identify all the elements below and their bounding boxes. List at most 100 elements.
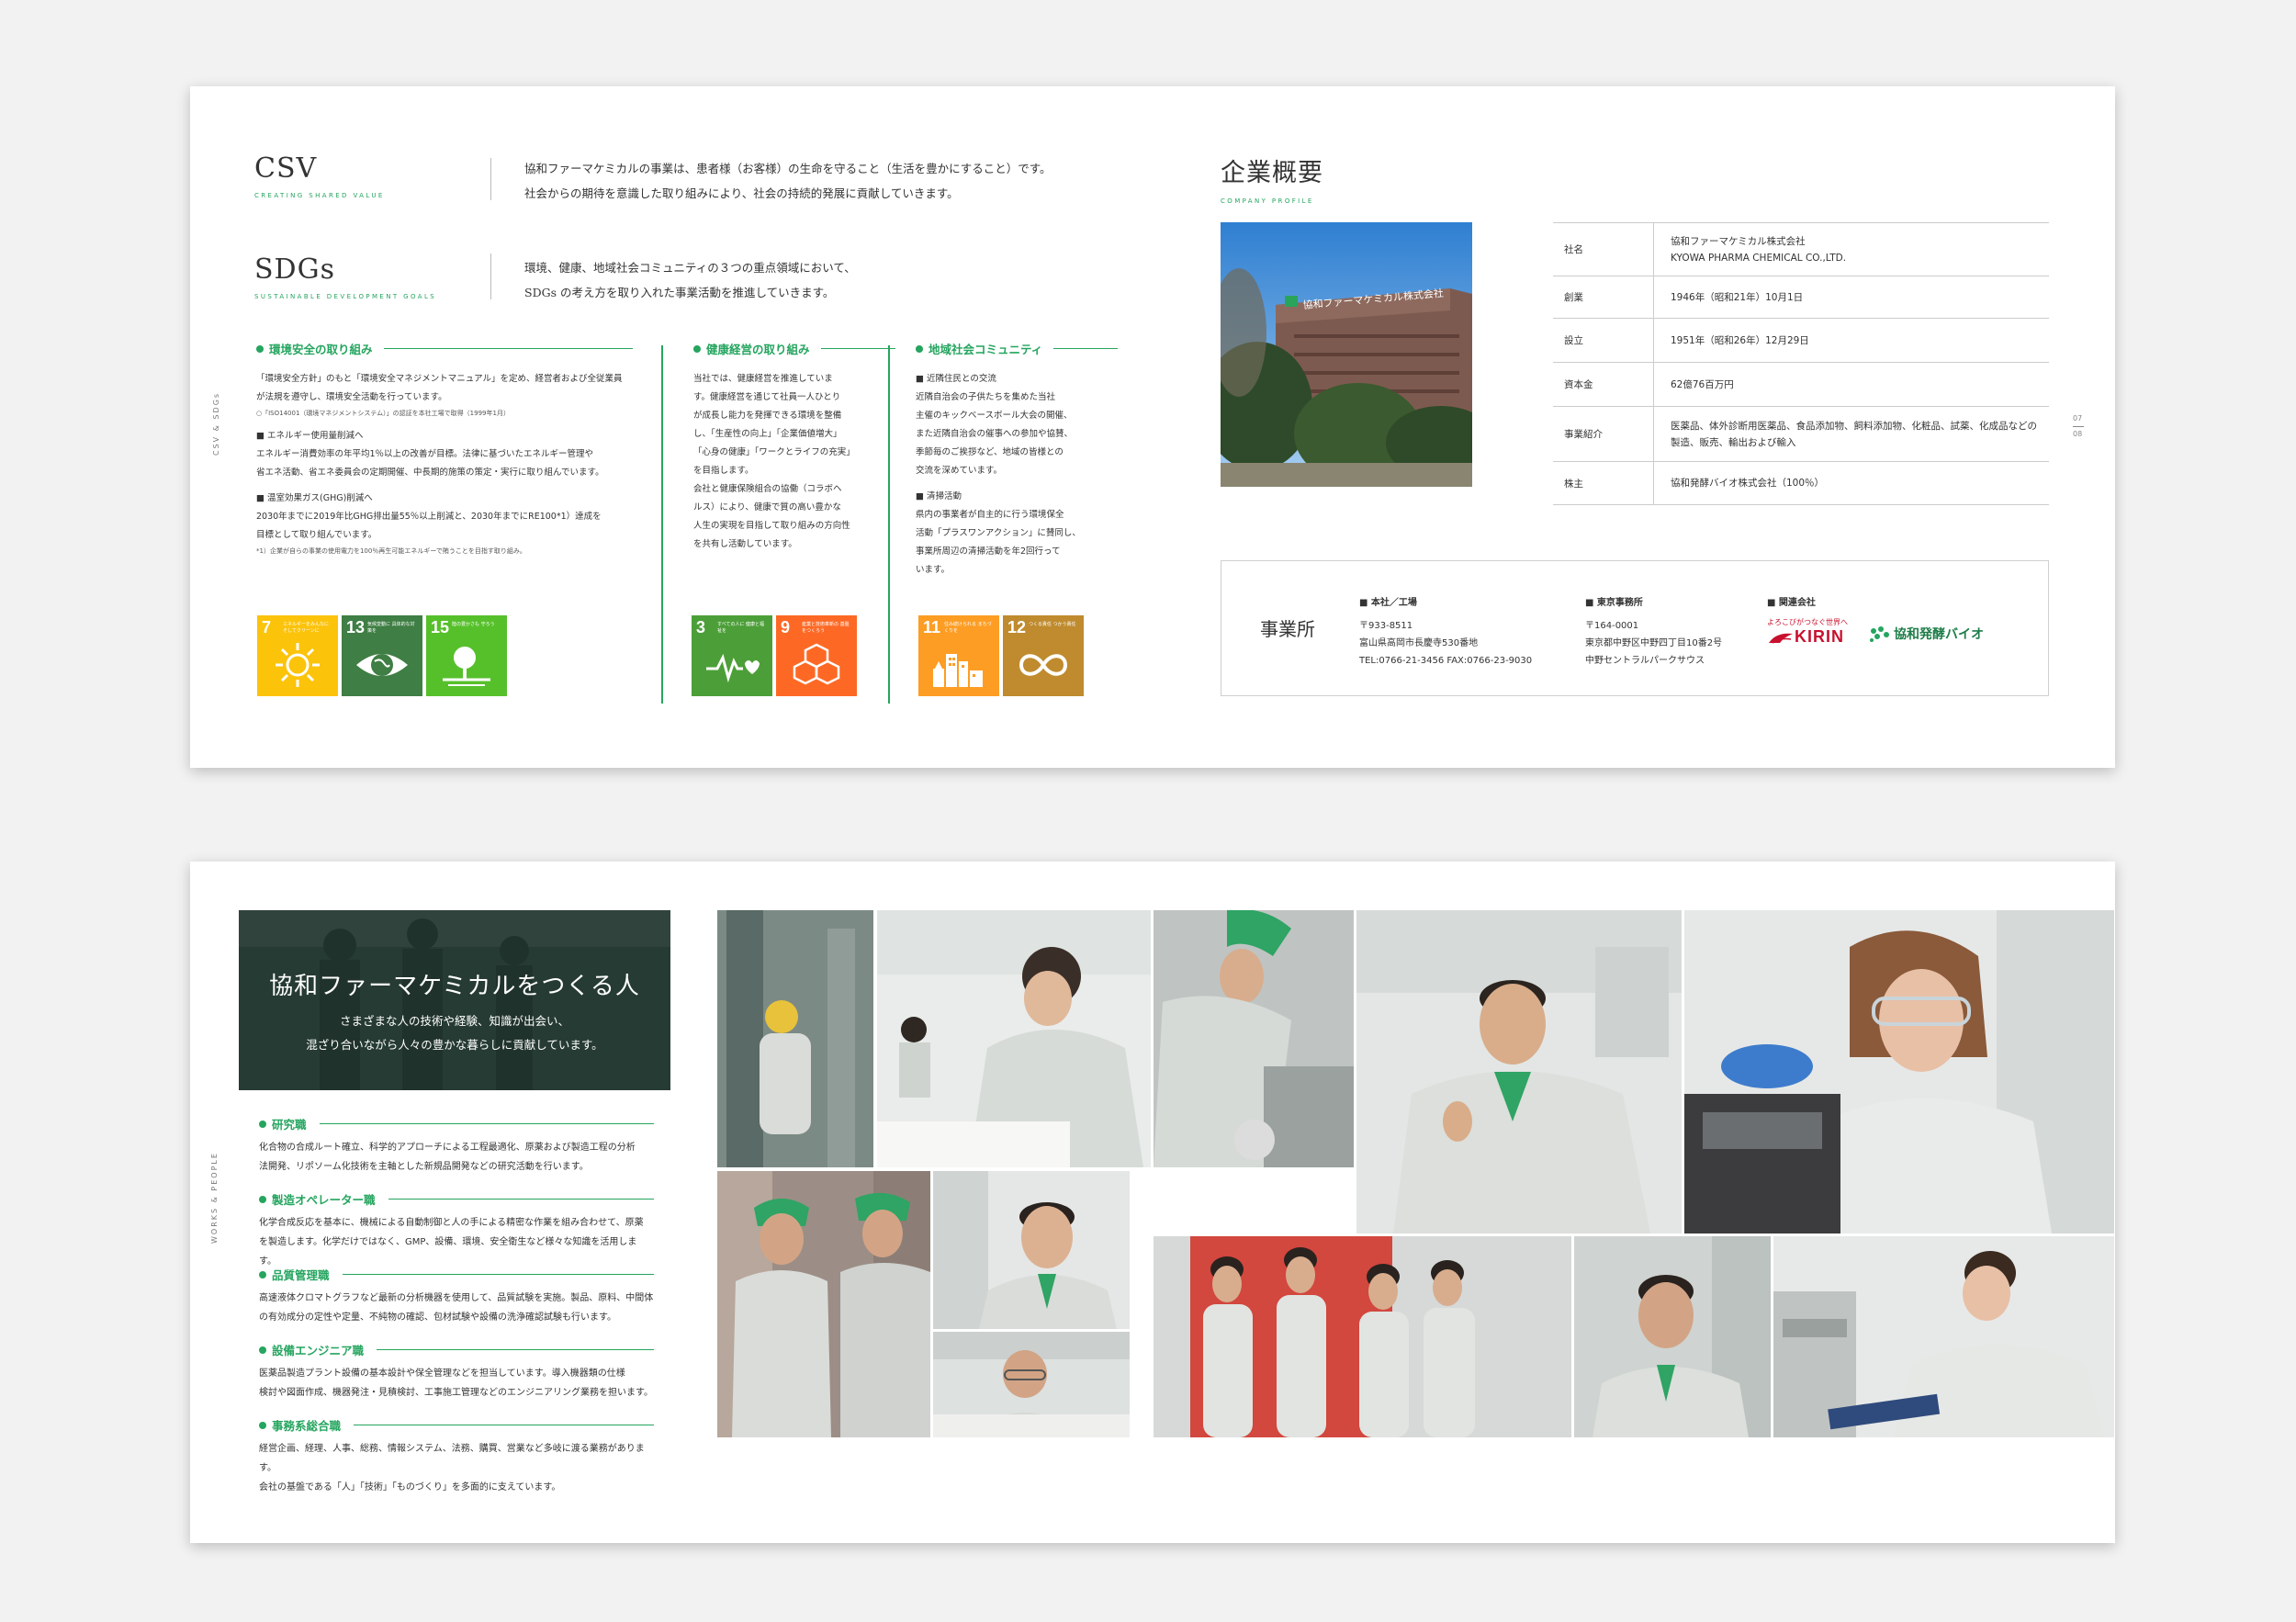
csv-title: CSV: [254, 152, 318, 185]
job-title: 設備エンジニア職: [272, 1344, 365, 1357]
bullet-dot: [693, 344, 701, 353]
bullet-dot: [259, 1195, 266, 1203]
sdg-3-tile: 3 すべての人に 健康と福祉を: [692, 615, 772, 696]
job-research: 研究職 化合物の合成ルート確立、科学的アプローチによる工程最適化、原薬および製造…: [259, 1115, 654, 1177]
sdg-11-tile: 11 住み続けられる まちづくりを: [918, 615, 999, 696]
office-heading: ■ 東京事務所: [1585, 598, 1643, 608]
heading-rule: [377, 1349, 654, 1350]
heading-rule: [319, 1123, 654, 1124]
environment-column: 環境安全の取り組み 「環境安全方針」のもと「環境安全マネジメントマニュアル」を定…: [256, 340, 633, 558]
profile-row: 設立 1951年（昭和26年）12月29日: [1553, 318, 2049, 362]
sdgs-intro: 環境、健康、地域社会コミュニティの３つの重点領域において、 SDGs の考え方を…: [524, 255, 856, 305]
city-icon: [933, 654, 983, 687]
profile-key: 事業紹介: [1553, 407, 1654, 461]
body-line: ルス）により、健康で質の高い豊かな: [693, 502, 841, 513]
profile-key: 創業: [1553, 276, 1654, 318]
phone-fax: TEL:0766-21-3456 FAX:0766-23-9030: [1359, 656, 1533, 666]
bullet-dot: [259, 1270, 266, 1278]
profile-key: 資本金: [1553, 363, 1654, 406]
kyowa-bio-logo: 協和発酵バイオ: [1868, 625, 1984, 644]
sdg-number: 7: [262, 618, 272, 636]
brochure-spread-people: 協和ファーマケミカルをつくる人 さまざまな人の技術や経験、知識が出会い、 混ざり…: [190, 862, 2115, 1543]
body-line: います。: [916, 565, 951, 575]
heading-rule: [388, 1199, 654, 1200]
sdg-label: 陸の豊かさも 守ろう: [452, 622, 495, 627]
sdg-label: 住み続けられる まちづくりを: [944, 622, 992, 634]
photo-equipment-inspection: [1154, 910, 1354, 1167]
sun-icon: [276, 643, 320, 687]
footnote: *1）企業が自らの事業の使用電力を100％再生可能エネルギーで賄うことを目指す取…: [256, 547, 526, 555]
infinity-icon: [1019, 654, 1068, 676]
profile-key: 株主: [1553, 462, 1654, 504]
community-heading-text: 地域社会コミュニティ: [929, 343, 1043, 356]
body-line: す。健康経営を通じて社員一人ひとり: [693, 392, 841, 402]
sdg-13-tile: 13 気候変動に 具体的な対策を: [342, 615, 422, 696]
hero-text-line: さまざまな人の技術や経験、知識が出会い、: [339, 1014, 569, 1028]
profile-key: 社名: [1553, 223, 1654, 276]
environment-body: 「環境安全方針」のもと「環境安全マネジメントマニュアル」を定め、経営者および全従…: [256, 370, 633, 558]
profile-subtitle: COMPANY PROFILE: [1221, 197, 1314, 205]
people-hero-banner: 協和ファーマケミカルをつくる人 さまざまな人の技術や経験、知識が出会い、 混ざり…: [239, 910, 670, 1090]
profile-row: 資本金 62億76百万円: [1553, 362, 2049, 406]
body-line: が成長し能力を発揮できる環境を整備: [693, 411, 842, 421]
profile-value: 協和発酵バイオ株式会社（100％）: [1654, 462, 2049, 504]
sdg-number: 11: [923, 618, 941, 636]
company-profile-table: 社名 協和ファーマケミカル株式会社 KYOWA PHARMA CHEMICAL C…: [1553, 222, 2049, 505]
profile-value: 協和ファーマケミカル株式会社 KYOWA PHARMA CHEMICAL CO.,…: [1654, 223, 2049, 276]
description-line: 医薬品製造プラント設備の基本設計や保全管理などを担当しています。導入機器類の仕様: [259, 1369, 625, 1379]
tree-icon: [443, 647, 490, 686]
sdg-label: エネルギーをみんなに そしてクリーンに: [283, 622, 330, 634]
csv-heading: CSV CREATING SHARED VALUE: [254, 152, 385, 199]
body-line: 2030年までに2019年比GHG排出量55％以上削減と、2030年までにRE1…: [256, 512, 602, 522]
job-manufacturing-operator: 製造オペレーター職 化学合成反応を基本に、機械による自動制御と人の手による精密な…: [259, 1190, 654, 1271]
health-heading-text: 健康経営の取り組み: [706, 343, 810, 356]
job-heading: 事務系総合職: [259, 1416, 654, 1434]
job-heading: 研究職: [259, 1115, 654, 1132]
value-line: 医薬品、体外診断用医薬品、食品添加物、飼料添加物、化粧品、試薬、化成品などの: [1671, 420, 2037, 432]
description-line: 化学合成反応を基本に、機械による自動制御と人の手による精密な作業を組み合わせて、…: [259, 1218, 644, 1228]
profile-row: 株主 協和発酵バイオ株式会社（100％）: [1553, 461, 2049, 505]
ghg-item: ■ 温室効果ガス(GHG)削減へ 2030年までに2019年比GHG排出量55％…: [256, 490, 633, 545]
environment-heading-text: 環境安全の取り組み: [269, 343, 373, 356]
photo-office-employee: [933, 1332, 1130, 1437]
body-line: 事業所周辺の清掃活動を年2回行って: [916, 546, 1061, 557]
hero-text: さまざまな人の技術や経験、知識が出会い、 混ざり合いながら人々の豊かな暮らしに貢…: [239, 1009, 670, 1057]
profile-title: 企業概要: [1221, 159, 1323, 187]
sdg-number: 9: [781, 618, 791, 636]
value-line: 1951年（昭和26年）12月29日: [1671, 334, 1809, 346]
photo-worker-hardhat: [717, 910, 873, 1167]
job-administrative: 事務系総合職 経営企画、経理、人事、総務、情報システム、法務、購買、営業など多岐…: [259, 1416, 654, 1497]
job-title: 研究職: [272, 1118, 307, 1132]
photo-employee-smile: [1574, 1236, 1771, 1437]
job-heading: 品質管理職: [259, 1266, 654, 1283]
profile-value: 医薬品、体外診断用医薬品、食品添加物、飼料添加物、化粧品、試薬、化成品などの 製造…: [1654, 407, 2049, 461]
profile-row: 創業 1946年（昭和21年）10月1日: [1553, 276, 2049, 318]
profile-row: 事業紹介 医薬品、体外診断用医薬品、食品添加物、飼料添加物、化粧品、試薬、化成品…: [1553, 406, 2049, 461]
related-logos: よろこびがつなぐ世界へ KIRIN 協和発酵バイオ: [1767, 617, 2043, 646]
kyowa-bio-emblem-icon: [1870, 626, 1889, 642]
sdgs-heading: SDGs SUSTAINABLE DEVELOPMENT GOALS: [254, 253, 436, 300]
body-line: を共有し活動しています。: [693, 539, 797, 549]
value-line: 製造、販売、輸出および輸入: [1671, 436, 1796, 448]
community-heading: 地域社会コミュニティ: [916, 340, 1118, 357]
item-title: ■ エネルギー使用量削減へ: [256, 431, 364, 441]
hero-title: 協和ファーマケミカルをつくる人: [269, 973, 640, 1000]
sdg-label: 気候変動に 具体的な対策を: [367, 622, 415, 634]
body-line: 「心身の健康」「ワークとライフの充実」: [693, 447, 855, 457]
building-image: 協和ファーマケミカル株式会社: [1221, 222, 1472, 487]
body-line: 県内の事業者が自主的に行う環境保全: [916, 510, 1064, 520]
bullet-dot: [259, 1120, 266, 1128]
sdg-label: すべての人に 健康と福祉を: [717, 622, 765, 634]
body-line: を目指します。: [693, 466, 754, 476]
job-title: 事務系総合職: [272, 1419, 342, 1433]
page-numbers: 07 08: [2073, 411, 2084, 442]
headquarters-photo: 協和ファーマケミカル株式会社: [1221, 222, 1472, 487]
description-line: 経営企画、経理、人事、総務、情報システム、法務、購買、営業など多岐に渡る業務があ…: [259, 1444, 645, 1473]
csv-intro-line: 社会からの期待を意識した取り組みにより、社会の持続的発展に貢献していきます。: [524, 186, 959, 200]
community-body: ■ 近隣住民との交流 近隣自治会の子供たちを集めた当社 主催のキックベースボール…: [916, 370, 1118, 580]
job-description: 医薬品製造プラント設備の基本設計や保全管理などを担当しています。導入機器類の仕様…: [259, 1364, 654, 1402]
body-line: 省エネ活動、省エネ委員会の定期開催、中長期的施策の策定・実行に取り組んでいます。: [256, 467, 604, 478]
heading-rule: [820, 348, 895, 349]
csv-intro: 協和ファーマケミカルの事業は、患者様（お客様）の生命を守ること（生活を豊かにする…: [524, 156, 1052, 206]
profile-heading: 企業概要 COMPANY PROFILE: [1221, 152, 1323, 205]
